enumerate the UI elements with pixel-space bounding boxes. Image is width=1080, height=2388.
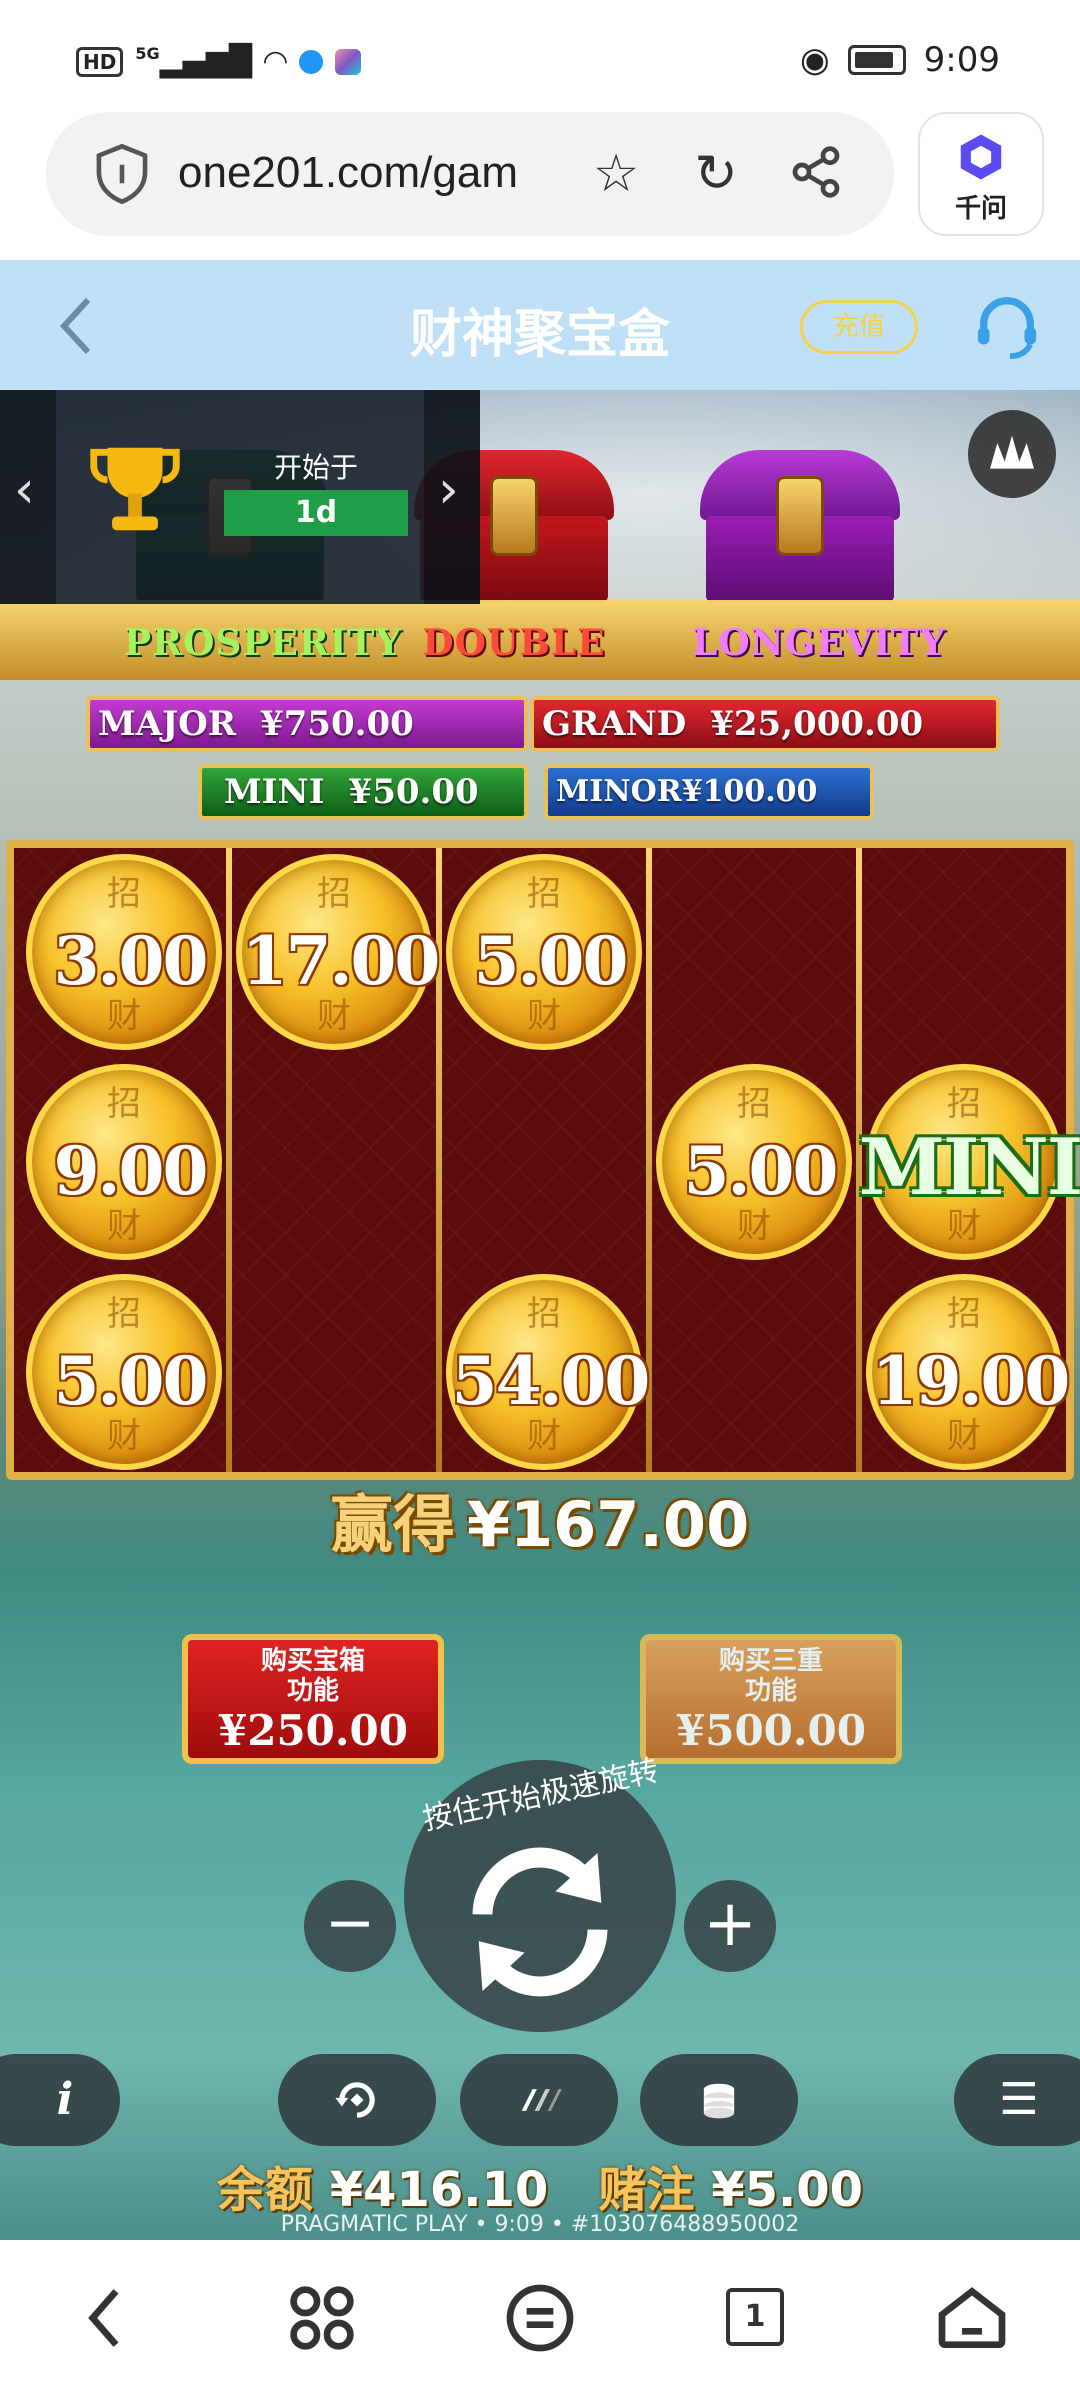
balance-bet-bar: 余额 ¥416.10 赌注 ¥5.00 xyxy=(216,2162,864,2218)
jackpot-grand: GRAND ¥25,000.00 xyxy=(530,696,1000,752)
turbo-icon xyxy=(521,2089,562,2111)
shield-icon[interactable] xyxy=(94,144,150,204)
back-nav-icon[interactable] xyxy=(66,2278,146,2358)
menu-button[interactable]: ☰ xyxy=(954,2054,1080,2146)
bet-coins-button[interactable] xyxy=(640,2054,798,2146)
info-icon: i xyxy=(56,2074,74,2125)
recharge-button[interactable]: 充值 xyxy=(800,300,918,354)
browser-bottom-bar: 1 xyxy=(0,2242,1080,2388)
reload-icon[interactable]: ↻ xyxy=(686,144,746,204)
qianwen-logo-icon xyxy=(960,134,1002,180)
coin-symbol: 招 17.00 财 xyxy=(236,854,440,1050)
share-icon[interactable] xyxy=(786,144,846,204)
crown-spikes-icon xyxy=(990,435,1034,469)
turbo-spin-button[interactable] xyxy=(460,2054,618,2146)
battery-icon xyxy=(847,45,906,75)
app-notification-icon-2 xyxy=(334,48,361,75)
increase-bet-button[interactable]: + xyxy=(684,1880,776,1972)
hd-badge: HD xyxy=(76,46,124,77)
chest-label-prosperity: PROSPERITY xyxy=(124,622,403,664)
jackpot-minor: MINOR¥100.00 xyxy=(544,764,874,820)
coin-symbol: 招 5.00 财 xyxy=(446,854,642,1050)
qianwen-label: 千问 xyxy=(954,194,1007,224)
provider-footer: PRAGMATIC PLAY • 9:09 • #103076488950002 xyxy=(280,2212,800,2237)
coin-mini-jackpot-symbol: 招 MINI 财 xyxy=(859,1064,1080,1260)
app-notification-icon xyxy=(298,49,323,74)
coin-symbol: 招 3.00 财 xyxy=(26,854,222,1050)
reel-grid: 招 3.00 财 招 17.00 财 招 5.00 财 招 9.00 财 招 5.00 财 招 MIN… xyxy=(6,840,1080,1480)
decrease-bet-button[interactable]: − xyxy=(304,1880,396,1972)
game-canvas[interactable]: PROSPERITY DOUBLE LONGEVITY ‹ › 开始于 1d M… xyxy=(0,390,1080,2240)
chest-label-double: DOUBLE xyxy=(422,622,606,664)
clock: 9:09 xyxy=(923,40,1000,80)
buy-triple-feature-button[interactable]: 购买三重 功能 ¥500.00 xyxy=(640,1634,902,1764)
coin-stack-icon xyxy=(703,2083,735,2119)
address-bar[interactable]: one201.com/gam ☆ ↻ xyxy=(46,112,894,236)
star-icon[interactable]: ☆ xyxy=(586,144,646,204)
info-button[interactable]: i xyxy=(0,2054,120,2146)
chest-label-longevity: LONGEVITY xyxy=(692,622,947,664)
bet-value: ¥5.00 xyxy=(711,2162,864,2218)
trophy-icon xyxy=(90,447,180,531)
wifi-icon: ◠ xyxy=(263,44,287,79)
hamburger-icon: ☰ xyxy=(999,2074,1039,2125)
jackpot-major: MAJOR ¥750.00 xyxy=(86,696,528,752)
status-bar: HD 5G▂▄▆█ ◠ ◉ 9:09 xyxy=(0,0,1080,100)
game-title: 财神聚宝盒 xyxy=(409,305,670,365)
chevron-right-icon[interactable]: › xyxy=(438,460,459,520)
coin-symbol: 招 54.00 财 xyxy=(446,1274,650,1470)
game-header: 财神聚宝盒 充值 xyxy=(0,260,1080,390)
autoplay-button[interactable] xyxy=(278,2054,436,2146)
autoplay-icon xyxy=(335,2082,375,2118)
tournament-countdown: 1d xyxy=(224,490,408,536)
url-text[interactable]: one201.com/gam xyxy=(178,148,518,198)
eye-icon: ◉ xyxy=(799,40,830,80)
qianwen-assistant-button[interactable]: 千问 xyxy=(918,112,1044,236)
buy-chest-feature-button[interactable]: 购买宝箱 功能 ¥250.00 xyxy=(182,1634,444,1764)
coin-symbol: 招 19.00 财 xyxy=(866,1274,1070,1470)
tournament-banner[interactable]: ‹ › 开始于 1d xyxy=(0,390,480,604)
coin-symbol: 招 5.00 财 xyxy=(656,1064,852,1260)
apps-icon[interactable] xyxy=(282,2278,362,2358)
customer-service-icon[interactable] xyxy=(972,292,1042,362)
tournament-starts-label: 开始于 xyxy=(273,451,358,484)
signal-icon: 5G▂▄▆█ xyxy=(135,44,252,79)
coin-symbol: 招 9.00 财 xyxy=(26,1064,222,1260)
jackpot-mini: MINI ¥50.00 xyxy=(198,764,528,820)
chevron-left-icon[interactable]: ‹ xyxy=(14,460,35,520)
balance-value: ¥416.10 xyxy=(329,2162,549,2218)
home-icon[interactable] xyxy=(932,2278,1012,2358)
win-amount: 赢得 ¥167.00 xyxy=(330,1488,750,1561)
tabs-button[interactable]: 1 xyxy=(716,2278,796,2358)
menu-list-icon[interactable] xyxy=(500,2278,580,2358)
coin-symbol: 招 5.00 财 xyxy=(26,1274,222,1470)
lightning-speed-button[interactable] xyxy=(968,410,1056,498)
chest-longevity xyxy=(700,450,900,620)
spin-arrows-icon[interactable] xyxy=(448,1830,632,2014)
